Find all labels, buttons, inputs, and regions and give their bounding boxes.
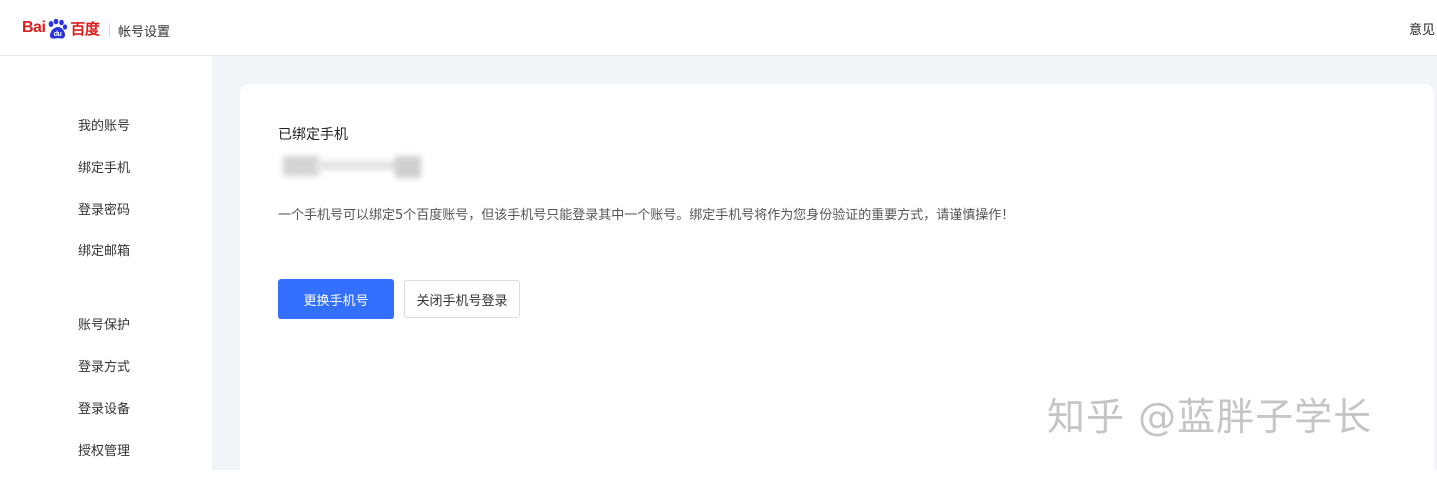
logo-text-cn: 百度 <box>70 20 100 38</box>
sidebar-item-authorization[interactable]: 授权管理 <box>78 440 130 459</box>
sidebar-item-account-protection[interactable]: 账号保护 <box>78 314 130 333</box>
sidebar-item-login-devices[interactable]: 登录设备 <box>78 398 130 417</box>
section-title: 已绑定手机 <box>278 127 348 143</box>
paw-icon: du <box>46 18 68 40</box>
page-title: 帐号设置 <box>118 25 171 40</box>
disable-phone-login-button[interactable]: 关闭手机号登录 <box>404 280 520 318</box>
sidebar-item-login-methods[interactable]: 登录方式 <box>78 356 130 375</box>
sidebar-item-my-account[interactable]: 我的账号 <box>78 115 130 134</box>
top-header: Bai du 百度 帐号设置 意见 <box>0 0 1437 56</box>
svg-text:du: du <box>54 31 62 38</box>
sidebar-item-bind-phone[interactable]: 绑定手机 <box>78 157 130 176</box>
baidu-logo[interactable]: Bai du 百度 <box>22 12 100 44</box>
watermark: 知乎 @蓝胖子学长 <box>1047 395 1373 439</box>
logo-text-latin: Bai <box>22 19 46 36</box>
sidebar-item-bind-email[interactable]: 绑定邮箱 <box>78 240 130 259</box>
masked-phone-number <box>283 152 423 180</box>
sidebar-item-login-password[interactable]: 登录密码 <box>78 199 130 218</box>
binding-description: 一个手机号可以绑定5个百度账号，但该手机号只能登录其中一个账号。绑定手机号将作为… <box>278 208 1015 223</box>
change-phone-button[interactable]: 更换手机号 <box>278 279 394 319</box>
feedback-link[interactable]: 意见 <box>1409 19 1435 38</box>
header-divider <box>109 23 110 37</box>
